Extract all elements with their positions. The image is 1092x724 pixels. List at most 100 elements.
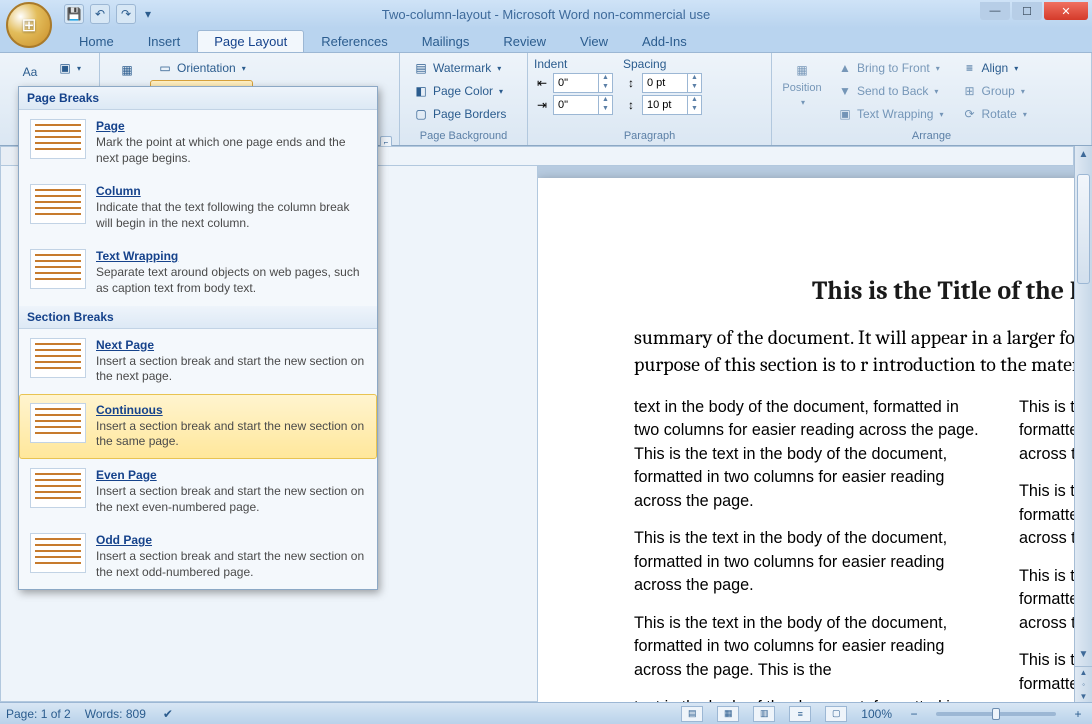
watermark-icon: ▤: [413, 60, 429, 76]
document-summary[interactable]: summary of the document. It will appear …: [634, 324, 1074, 378]
save-icon[interactable]: 💾: [64, 4, 84, 24]
break-option-desc: Separate text around objects on web page…: [96, 265, 366, 296]
tab-view[interactable]: View: [563, 30, 625, 52]
send-to-back-button[interactable]: ▼Send to Back▾: [830, 80, 951, 102]
zoom-out-button[interactable]: −: [906, 706, 922, 722]
page-indicator[interactable]: Page: 1 of 2: [6, 707, 71, 721]
align-icon: ≡: [962, 60, 978, 76]
status-bar: Page: 1 of 2 Words: 809 ✔ ▤ ▦ ▥ ≡ ▢ 100%…: [0, 702, 1092, 724]
full-screen-view-button[interactable]: ▦: [717, 706, 739, 722]
page-background-group-label: Page Background: [406, 130, 521, 143]
orientation-button[interactable]: ▭Orientation▾: [150, 57, 253, 79]
page-borders-icon: ▢: [413, 106, 429, 122]
colors-icon: ▣: [59, 60, 71, 76]
web-layout-view-button[interactable]: ▥: [753, 706, 775, 722]
breaks-option-column[interactable]: Column Indicate that the text following t…: [19, 175, 377, 240]
vertical-scrollbar[interactable]: ▲ ▼ ▲◦▼: [1074, 146, 1092, 702]
page-borders-button[interactable]: ▢Page Borders: [406, 103, 521, 125]
zoom-level[interactable]: 100%: [861, 707, 892, 721]
spacing-after-input[interactable]: ▲▼: [642, 95, 702, 115]
document-body-columns[interactable]: text in the body of the document, format…: [634, 396, 1074, 702]
indent-left-input[interactable]: ▲▼: [553, 73, 613, 93]
qat-customize-icon[interactable]: ▾: [142, 4, 154, 24]
tab-review[interactable]: Review: [486, 30, 563, 52]
page-breaks-header: Page Breaks: [19, 87, 377, 110]
bring-front-icon: ▲: [837, 60, 853, 76]
indent-right-icon: ⇥: [534, 97, 550, 113]
rotate-icon: ⟳: [962, 106, 978, 122]
indent-right-input[interactable]: ▲▼: [553, 95, 613, 115]
break-option-desc: Indicate that the text following the col…: [96, 200, 366, 231]
breaks-option-continuous[interactable]: ContinuousInsert a section break and sta…: [19, 394, 377, 459]
position-button[interactable]: ▦Position▾: [778, 57, 826, 123]
body-paragraph[interactable]: This is the text in the body of the docu…: [1019, 480, 1074, 550]
breaks-option-text-wrapping[interactable]: Text Wrapping Separate text around object…: [19, 240, 377, 305]
break-option-icon: [30, 403, 86, 443]
break-option-desc: Insert a section break and start the new…: [96, 549, 366, 580]
breaks-option-next-page[interactable]: Next Page Insert a section break and star…: [19, 329, 377, 394]
page-color-button[interactable]: ◧Page Color▾: [406, 80, 521, 102]
body-paragraph[interactable]: text in the body of the document, format…: [634, 396, 983, 513]
redo-icon[interactable]: ↷: [116, 4, 136, 24]
document-title[interactable]: This is the Title of the Document: [634, 276, 1074, 306]
indent-label: Indent: [534, 57, 613, 71]
outline-view-button[interactable]: ≡: [789, 706, 811, 722]
close-button[interactable]: ✕: [1044, 2, 1088, 20]
undo-icon[interactable]: ↶: [90, 4, 110, 24]
tab-insert[interactable]: Insert: [131, 30, 198, 52]
break-option-title: Next Page: [96, 338, 366, 352]
breaks-option-even-page[interactable]: Even PageInsert a section break and star…: [19, 459, 377, 524]
break-option-icon: [30, 533, 86, 573]
position-icon: ▦: [794, 62, 810, 78]
body-paragraph[interactable]: This is the text in the body of the docu…: [634, 527, 983, 597]
rotate-button[interactable]: ⟳Rotate▾: [955, 103, 1034, 125]
break-option-desc: Insert a section break and start the new…: [96, 354, 366, 385]
maximize-button[interactable]: ☐: [1012, 2, 1042, 20]
break-option-desc: Insert a section break and start the new…: [96, 419, 366, 450]
zoom-in-button[interactable]: +: [1070, 706, 1086, 722]
scroll-up-icon[interactable]: ▲: [1075, 146, 1092, 164]
body-paragraph[interactable]: This is the text in the body of the docu…: [1019, 565, 1074, 635]
word-count[interactable]: Words: 809: [85, 707, 146, 721]
break-option-title: Text Wrapping: [96, 249, 366, 263]
spacing-before-input[interactable]: ▲▼: [642, 73, 702, 93]
minimize-button[interactable]: —: [980, 2, 1010, 20]
align-button[interactable]: ≡Align▾: [955, 57, 1034, 79]
body-paragraph[interactable]: This is the text in the body of the docu…: [634, 612, 983, 682]
scroll-down-icon[interactable]: ▼: [1075, 646, 1092, 664]
page-color-icon: ◧: [413, 83, 429, 99]
paragraph-group-label: Paragraph: [534, 130, 765, 143]
tab-add-ins[interactable]: Add-Ins: [625, 30, 704, 52]
tab-references[interactable]: References: [304, 30, 404, 52]
quick-access-toolbar: 💾 ↶ ↷ ▾: [64, 4, 154, 24]
spacing-before-icon: ↕: [623, 75, 639, 91]
tab-home[interactable]: Home: [62, 30, 131, 52]
document-page[interactable]: This is the Title of the Document summar…: [538, 178, 1074, 702]
group-button[interactable]: ⊞Group▾: [955, 80, 1034, 102]
break-option-icon: [30, 119, 86, 159]
window-title: Two-column-layout - Microsoft Word non-c…: [382, 7, 710, 22]
print-layout-view-button[interactable]: ▤: [681, 706, 703, 722]
breaks-option-page[interactable]: PageMark the point at which one page end…: [19, 110, 377, 175]
tab-mailings[interactable]: Mailings: [405, 30, 487, 52]
text-wrapping-button[interactable]: ▣Text Wrapping▾: [830, 103, 951, 125]
break-option-title: Column: [96, 184, 366, 198]
proofing-icon[interactable]: ✔: [160, 706, 176, 722]
scroll-thumb[interactable]: [1077, 174, 1090, 284]
office-button[interactable]: ⊞: [6, 2, 52, 48]
tab-page-layout[interactable]: Page Layout: [197, 30, 304, 52]
document-area[interactable]: This is the Title of the Document summar…: [538, 166, 1074, 702]
browse-object-nav[interactable]: ▲◦▼: [1075, 666, 1092, 702]
bring-to-front-button[interactable]: ▲Bring to Front▾: [830, 57, 951, 79]
break-option-desc: Insert a section break and start the new…: [96, 484, 366, 515]
break-option-icon: [30, 249, 86, 289]
breaks-dropdown: Page Breaks PageMark the point at which …: [18, 86, 378, 590]
draft-view-button[interactable]: ▢: [825, 706, 847, 722]
body-paragraph[interactable]: This is the text in the body of the docu…: [1019, 649, 1074, 696]
zoom-slider[interactable]: [936, 712, 1056, 716]
break-option-icon: [30, 338, 86, 378]
theme-colors-button[interactable]: ▣▾: [58, 57, 82, 79]
breaks-option-odd-page[interactable]: Odd PageInsert a section break and start…: [19, 524, 377, 589]
spacing-after-icon: ↕: [623, 97, 639, 113]
watermark-button[interactable]: ▤Watermark▾: [406, 57, 521, 79]
